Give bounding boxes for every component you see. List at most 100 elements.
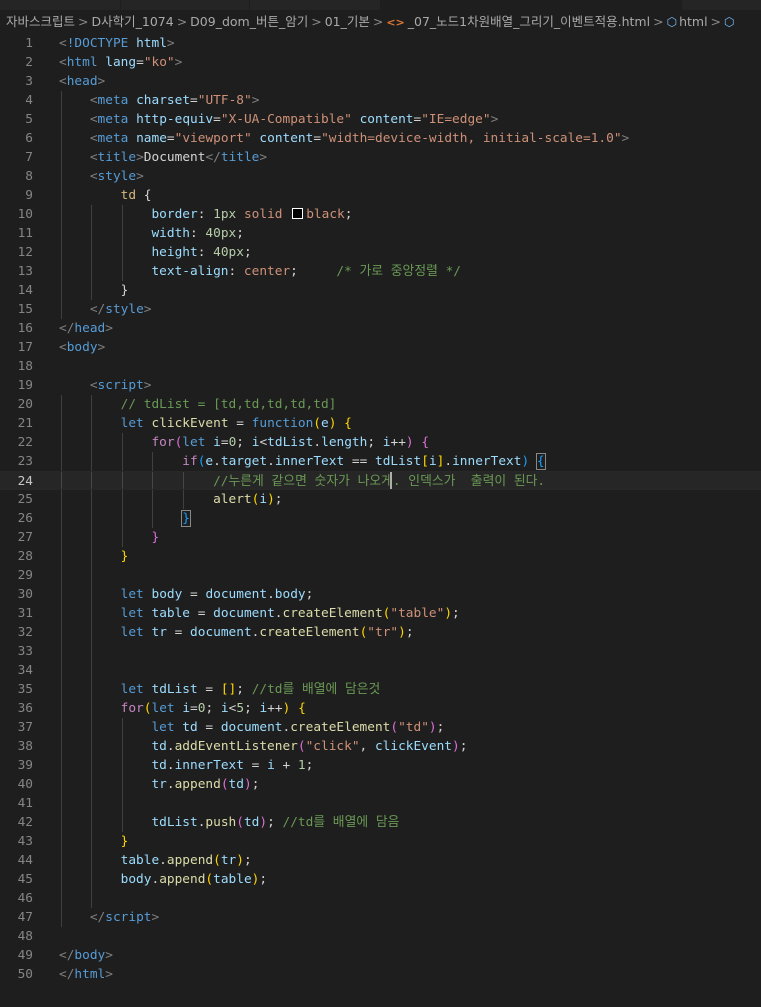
code-line[interactable]: 49 </body> xyxy=(0,946,761,965)
code-line[interactable]: 36 for(let i=0; i<5; i++) { xyxy=(0,699,761,718)
code-editor[interactable]: 1 <!DOCTYPE html> 2 <html lang="ko"> 3 <head>… xyxy=(0,34,761,1007)
code-line[interactable]: 33 xyxy=(0,642,761,661)
code-token: = xyxy=(166,625,191,640)
code-token: script xyxy=(97,378,144,393)
code-line[interactable]: 18 xyxy=(0,357,761,376)
code-line[interactable]: 17 <body> xyxy=(0,338,761,357)
code-token: . xyxy=(166,739,175,754)
code-line[interactable]: 10 border: 1px solid black; xyxy=(0,205,761,224)
code-token: ++ xyxy=(267,701,283,716)
matched-bracket: } xyxy=(181,510,191,527)
code-line[interactable]: 32 let tr = document.createElement("tr")… xyxy=(0,623,761,642)
line-number: 37 xyxy=(17,720,33,735)
code-line[interactable]: 15 </style> xyxy=(0,300,761,319)
code-line[interactable]: 9 td { xyxy=(0,186,761,205)
tab-item[interactable] xyxy=(121,0,250,10)
code-token: ) xyxy=(521,454,530,469)
code-line[interactable]: 46 xyxy=(0,889,761,908)
code-token: lang xyxy=(105,55,137,70)
code-line[interactable]: 44 table.append(tr); xyxy=(0,851,761,870)
line-code: tr.append(td); xyxy=(59,775,259,794)
code-token: let xyxy=(120,625,144,640)
code-token: ; xyxy=(243,853,252,868)
code-line[interactable]: 19 <script> xyxy=(0,376,761,395)
code-line[interactable]: 20 // tdList = [td,td,td,td,td] xyxy=(0,395,761,414)
code-line[interactable]: 21 let clickEvent = function(e) { xyxy=(0,414,761,433)
code-line[interactable]: 7 <title>Document</title> xyxy=(0,148,761,167)
code-line[interactable]: 23 if(e.target.innerText == tdList[i].in… xyxy=(0,452,761,471)
code-line[interactable]: 39 td.innerText = i + 1; xyxy=(0,756,761,775)
code-token: { xyxy=(298,701,306,716)
code-line[interactable]: 38 td.addEventListener("click", clickEve… xyxy=(0,737,761,756)
code-line[interactable]: 48 xyxy=(0,927,761,946)
code-token: Document xyxy=(143,150,206,165)
breadcrumb-item[interactable]: 01_기본 xyxy=(325,14,370,29)
tab-active[interactable] xyxy=(381,0,682,10)
code-line[interactable]: 27 } xyxy=(0,528,761,547)
breadcrumb-file[interactable]: _07_노드1차원배열_그리기_이벤트적용.html xyxy=(408,14,650,29)
breadcrumb-symbol[interactable]: html xyxy=(679,14,707,29)
code-line[interactable]: 11 width: 40px; xyxy=(0,224,761,243)
code-token: = xyxy=(313,131,322,146)
line-number: 40 xyxy=(17,777,33,792)
tab-item[interactable] xyxy=(0,0,121,10)
code-token: , xyxy=(359,739,375,754)
code-line[interactable]: 13 text-align: center; /* 가로 중앙정렬 */ xyxy=(0,262,761,281)
code-line[interactable]: 35 let tdList = []; //td를 배열에 담은것 xyxy=(0,680,761,699)
code-line[interactable]: 16 </head> xyxy=(0,319,761,338)
line-code: body.append(table); xyxy=(59,870,267,889)
line-number: 9 xyxy=(25,188,33,203)
code-token: ) xyxy=(452,739,460,754)
code-line[interactable]: 47 </script> xyxy=(0,908,761,927)
code-line[interactable]: 40 tr.append(td); xyxy=(0,775,761,794)
code-token: </ xyxy=(205,150,221,165)
breadcrumb-item[interactable]: D사학기_1074 xyxy=(92,14,174,29)
code-token: ; xyxy=(236,435,252,450)
code-line[interactable]: 41 xyxy=(0,794,761,813)
line-code: <meta http-equiv="X-UA-Compatible" conte… xyxy=(59,110,498,129)
code-line[interactable]: 37 let td = document.createElement("td")… xyxy=(0,718,761,737)
code-line[interactable]: 43 } xyxy=(0,832,761,851)
code-line[interactable]: 50 </html> xyxy=(0,965,761,984)
code-token: ( xyxy=(390,720,399,735)
html-file-icon: <> xyxy=(386,16,405,29)
code-line[interactable]: 34 xyxy=(0,661,761,680)
code-line[interactable]: 14 } xyxy=(0,281,761,300)
code-token: ; xyxy=(452,606,460,621)
code-line[interactable]: 25 alert(i); xyxy=(0,490,761,509)
breadcrumb-item[interactable]: D09_dom_버튼_암기 xyxy=(190,14,308,29)
code-token: body xyxy=(151,587,183,602)
code-token: push xyxy=(205,815,237,830)
code-line[interactable]: 42 tdList.push(td); //td를 배열에 담음 xyxy=(0,813,761,832)
code-line[interactable]: 30 let body = document.body; xyxy=(0,585,761,604)
code-line[interactable]: 45 body.append(table); xyxy=(0,870,761,889)
breadcrumb-item[interactable]: 자바스크립트 xyxy=(6,14,75,29)
code-line[interactable]: 6 <meta name="viewport" content="width=d… xyxy=(0,129,761,148)
code-line[interactable]: 12 height: 40px; xyxy=(0,243,761,262)
code-token: < xyxy=(259,435,268,450)
code-line[interactable]: 2 <html lang="ko"> xyxy=(0,53,761,72)
code-line[interactable]: 1 <!DOCTYPE html> xyxy=(0,34,761,53)
code-token: ; xyxy=(236,226,244,241)
code-token: "viewport" xyxy=(174,131,252,146)
code-line[interactable]: 22 for(let i=0; i<tdList.length; i++) { xyxy=(0,433,761,452)
code-line[interactable]: 4 <meta charset="UTF-8"> xyxy=(0,91,761,110)
code-line[interactable]: 29 xyxy=(0,566,761,585)
code-line[interactable]: 5 <meta http-equiv="X-UA-Compatible" con… xyxy=(0,110,761,129)
code-line[interactable]: 8 <style> xyxy=(0,167,761,186)
code-line[interactable]: 31 let table = document.createElement("t… xyxy=(0,604,761,623)
tab-item[interactable] xyxy=(250,0,381,10)
code-line[interactable]: 24 //누른게 같으면 숫자가 나오게. 인덱스가 출력이 된다. xyxy=(0,471,761,490)
code-line[interactable]: 26 } xyxy=(0,509,761,528)
color-swatch-icon[interactable] xyxy=(292,208,304,219)
breadcrumb: 자바스크립트 > D사학기_1074 > D09_dom_버튼_암기 >01_기본 > <> _… xyxy=(0,10,761,34)
line-code: <meta charset="UTF-8"> xyxy=(59,91,260,110)
code-line[interactable]: 3 <head> xyxy=(0,72,761,91)
code-line[interactable]: 28 } xyxy=(0,547,761,566)
code-token: </ xyxy=(89,302,106,317)
code-token: < xyxy=(89,131,98,146)
